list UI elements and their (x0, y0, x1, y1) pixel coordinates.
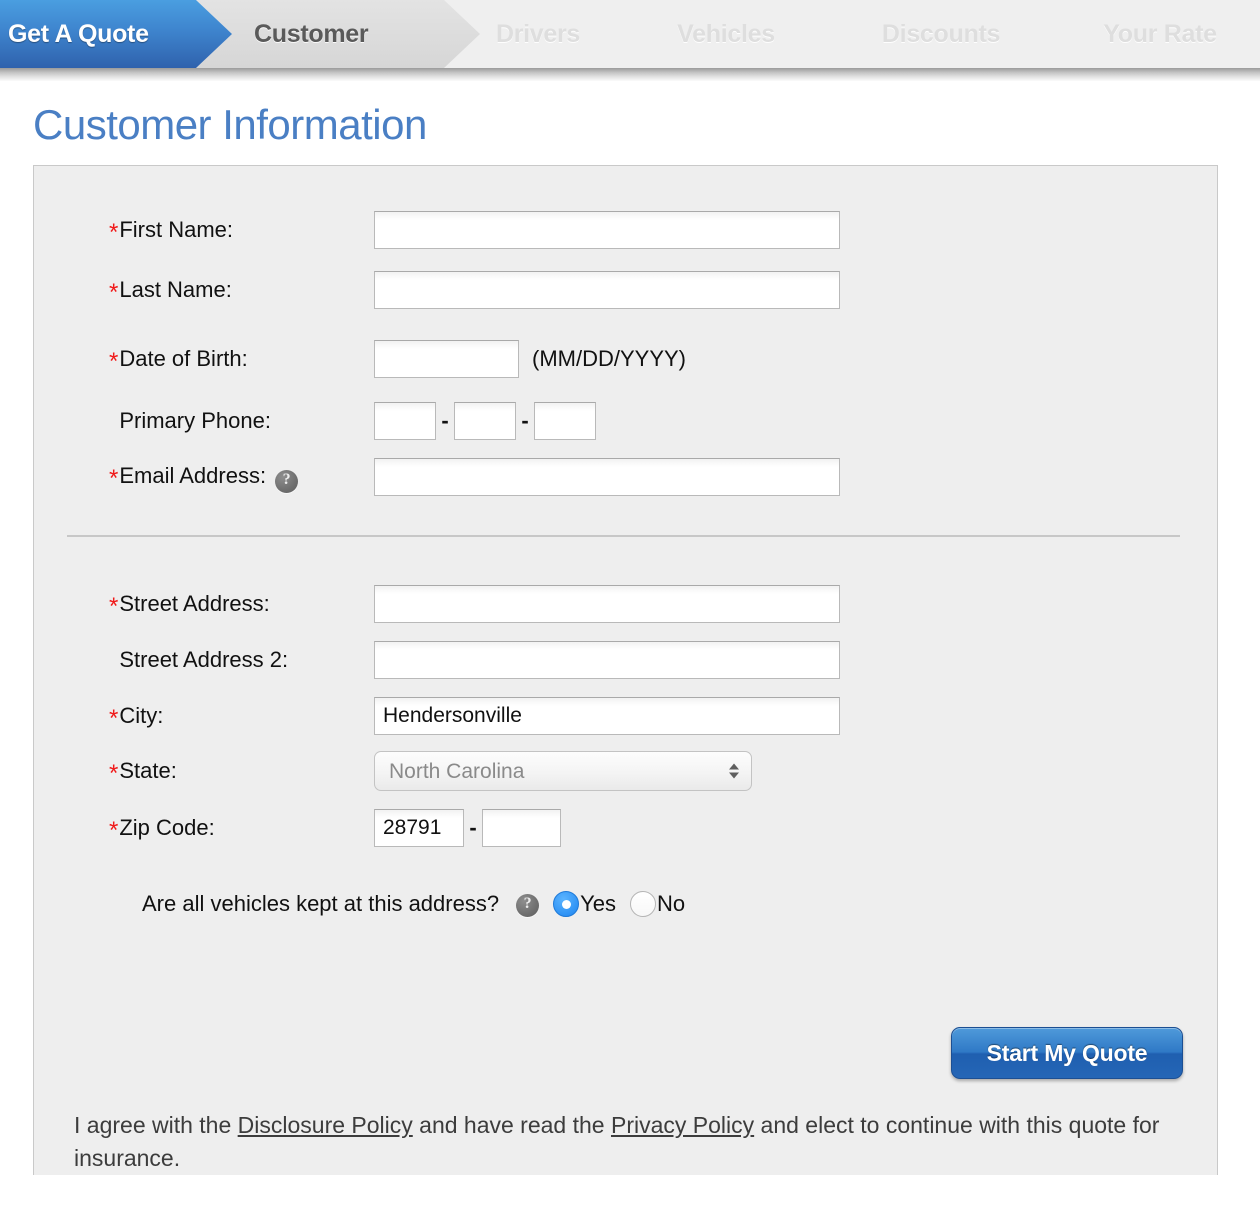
vehicles-kept-radio-yes-label: Yes (580, 891, 616, 917)
vehicles-kept-radio-no[interactable] (629, 891, 656, 918)
vehicles-kept-radio-no-label: No (656, 891, 686, 917)
field-row-email-address: * Email Address: ? (34, 457, 1217, 497)
field-row-zip-code: * Zip Code: - (34, 808, 1217, 848)
date-of-birth-input[interactable] (374, 340, 519, 379)
vehicles-kept-radio-yes[interactable] (553, 891, 580, 918)
required-asterisk-icon: * (109, 593, 119, 621)
field-row-last-name: * Last Name: (34, 270, 1217, 310)
wizard-step-label: Discounts (881, 19, 1001, 48)
wizard-step-your-rate[interactable]: Your Rate (1060, 0, 1260, 68)
wizard-step-label: Customer (254, 19, 369, 48)
street-address-2-input[interactable] (374, 641, 840, 680)
phone-separator: - (521, 408, 529, 434)
wizard-step-discounts[interactable]: Discounts (830, 0, 1052, 68)
email-help-icon[interactable]: ? (275, 469, 299, 493)
label-text: Street Address 2: (119, 647, 289, 673)
label-text: City: (119, 703, 164, 729)
field-row-state: * State: North Carolina (34, 751, 1217, 792)
first-name-label: * First Name: (34, 217, 374, 247)
required-asterisk-icon: * (109, 705, 119, 733)
customer-information-panel: * First Name: * Last Name: * Date of Bir… (33, 165, 1218, 1176)
section-divider (67, 535, 1180, 538)
phone-prefix-input[interactable] (454, 402, 516, 441)
first-name-input[interactable] (374, 211, 840, 250)
vehicles-kept-help-icon[interactable]: ? (516, 893, 540, 917)
label-text: Street Address: (119, 591, 270, 617)
start-my-quote-button[interactable]: Start My Quote (951, 1027, 1183, 1080)
label-text: Last Name: (119, 277, 232, 303)
field-row-first-name: * First Name: (34, 210, 1217, 250)
wizard-step-get-a-quote[interactable]: Get A Quote (0, 0, 232, 68)
date-of-birth-label: * Date of Birth: (34, 346, 374, 376)
header-shadow (0, 68, 1260, 81)
primary-phone-label: * Primary Phone: (34, 408, 374, 434)
wizard-step-label: Drivers (495, 19, 581, 48)
page-title: Customer Information (33, 101, 427, 148)
date-format-hint: (MM/DD/YYYY) (532, 346, 686, 372)
required-asterisk-icon: * (109, 219, 119, 247)
field-row-street-address: * Street Address: (34, 584, 1217, 624)
required-asterisk-icon: * (109, 465, 119, 493)
zip-separator: - (469, 815, 477, 841)
phone-area-code-input[interactable] (374, 402, 436, 441)
required-asterisk-icon: * (109, 279, 119, 307)
field-row-date-of-birth: * Date of Birth: (MM/DD/YYYY) (34, 339, 1217, 379)
field-row-city: * City: (34, 696, 1217, 736)
state-label: * State: (34, 758, 374, 788)
street-address-input[interactable] (374, 585, 840, 624)
street-address-label: * Street Address: (34, 591, 374, 621)
label-text: Primary Phone: (119, 408, 271, 434)
phone-line-number-input[interactable] (534, 402, 596, 441)
quote-wizard-breadcrumb: Get A Quote Customer Drivers Vehicles Di… (0, 0, 1260, 68)
wizard-step-label: Your Rate (1103, 19, 1217, 48)
city-label: * City: (34, 703, 374, 733)
label-text: Zip Code: (119, 815, 215, 841)
state-select-wrapper: North Carolina (374, 751, 752, 792)
wizard-step-customer[interactable]: Customer (196, 0, 480, 68)
agreement-text-part-1: I agree with the (74, 1112, 238, 1139)
label-text: Date of Birth: (119, 346, 248, 372)
field-row-street-address-2: * Street Address 2: (34, 640, 1217, 680)
street-address-2-label: * Street Address 2: (34, 647, 374, 673)
zip-code-input[interactable] (374, 809, 464, 848)
state-select[interactable]: North Carolina (374, 751, 752, 792)
wizard-step-vehicles[interactable]: Vehicles (632, 0, 820, 68)
agreement-text: I agree with the Disclosure Policy and h… (74, 1109, 1179, 1174)
wizard-step-label: Vehicles (677, 19, 775, 48)
field-row-vehicles-kept: Are all vehicles kept at this address? ?… (34, 884, 1217, 924)
field-row-primary-phone: * Primary Phone: - - (34, 401, 1217, 441)
label-text: State: (119, 758, 177, 784)
email-address-input[interactable] (374, 458, 840, 497)
wizard-step-label: Get A Quote (8, 19, 149, 48)
last-name-input[interactable] (374, 271, 840, 310)
phone-separator: - (441, 408, 449, 434)
zip-plus-four-input[interactable] (482, 809, 561, 848)
privacy-policy-link[interactable]: Privacy Policy (611, 1112, 754, 1138)
email-address-label: * Email Address: ? (34, 463, 374, 493)
zip-code-label: * Zip Code: (34, 815, 374, 845)
label-text: First Name: (119, 217, 234, 243)
required-asterisk-icon: * (109, 817, 119, 845)
vehicles-kept-question: Are all vehicles kept at this address? (142, 891, 500, 917)
required-asterisk-icon: * (109, 760, 119, 788)
disclosure-policy-link[interactable]: Disclosure Policy (238, 1112, 413, 1138)
last-name-label: * Last Name: (34, 277, 374, 307)
required-asterisk-icon: * (109, 348, 119, 376)
label-text: Email Address: (119, 463, 267, 489)
city-input[interactable] (374, 697, 840, 736)
agreement-text-part-2: and have read the (412, 1112, 611, 1139)
